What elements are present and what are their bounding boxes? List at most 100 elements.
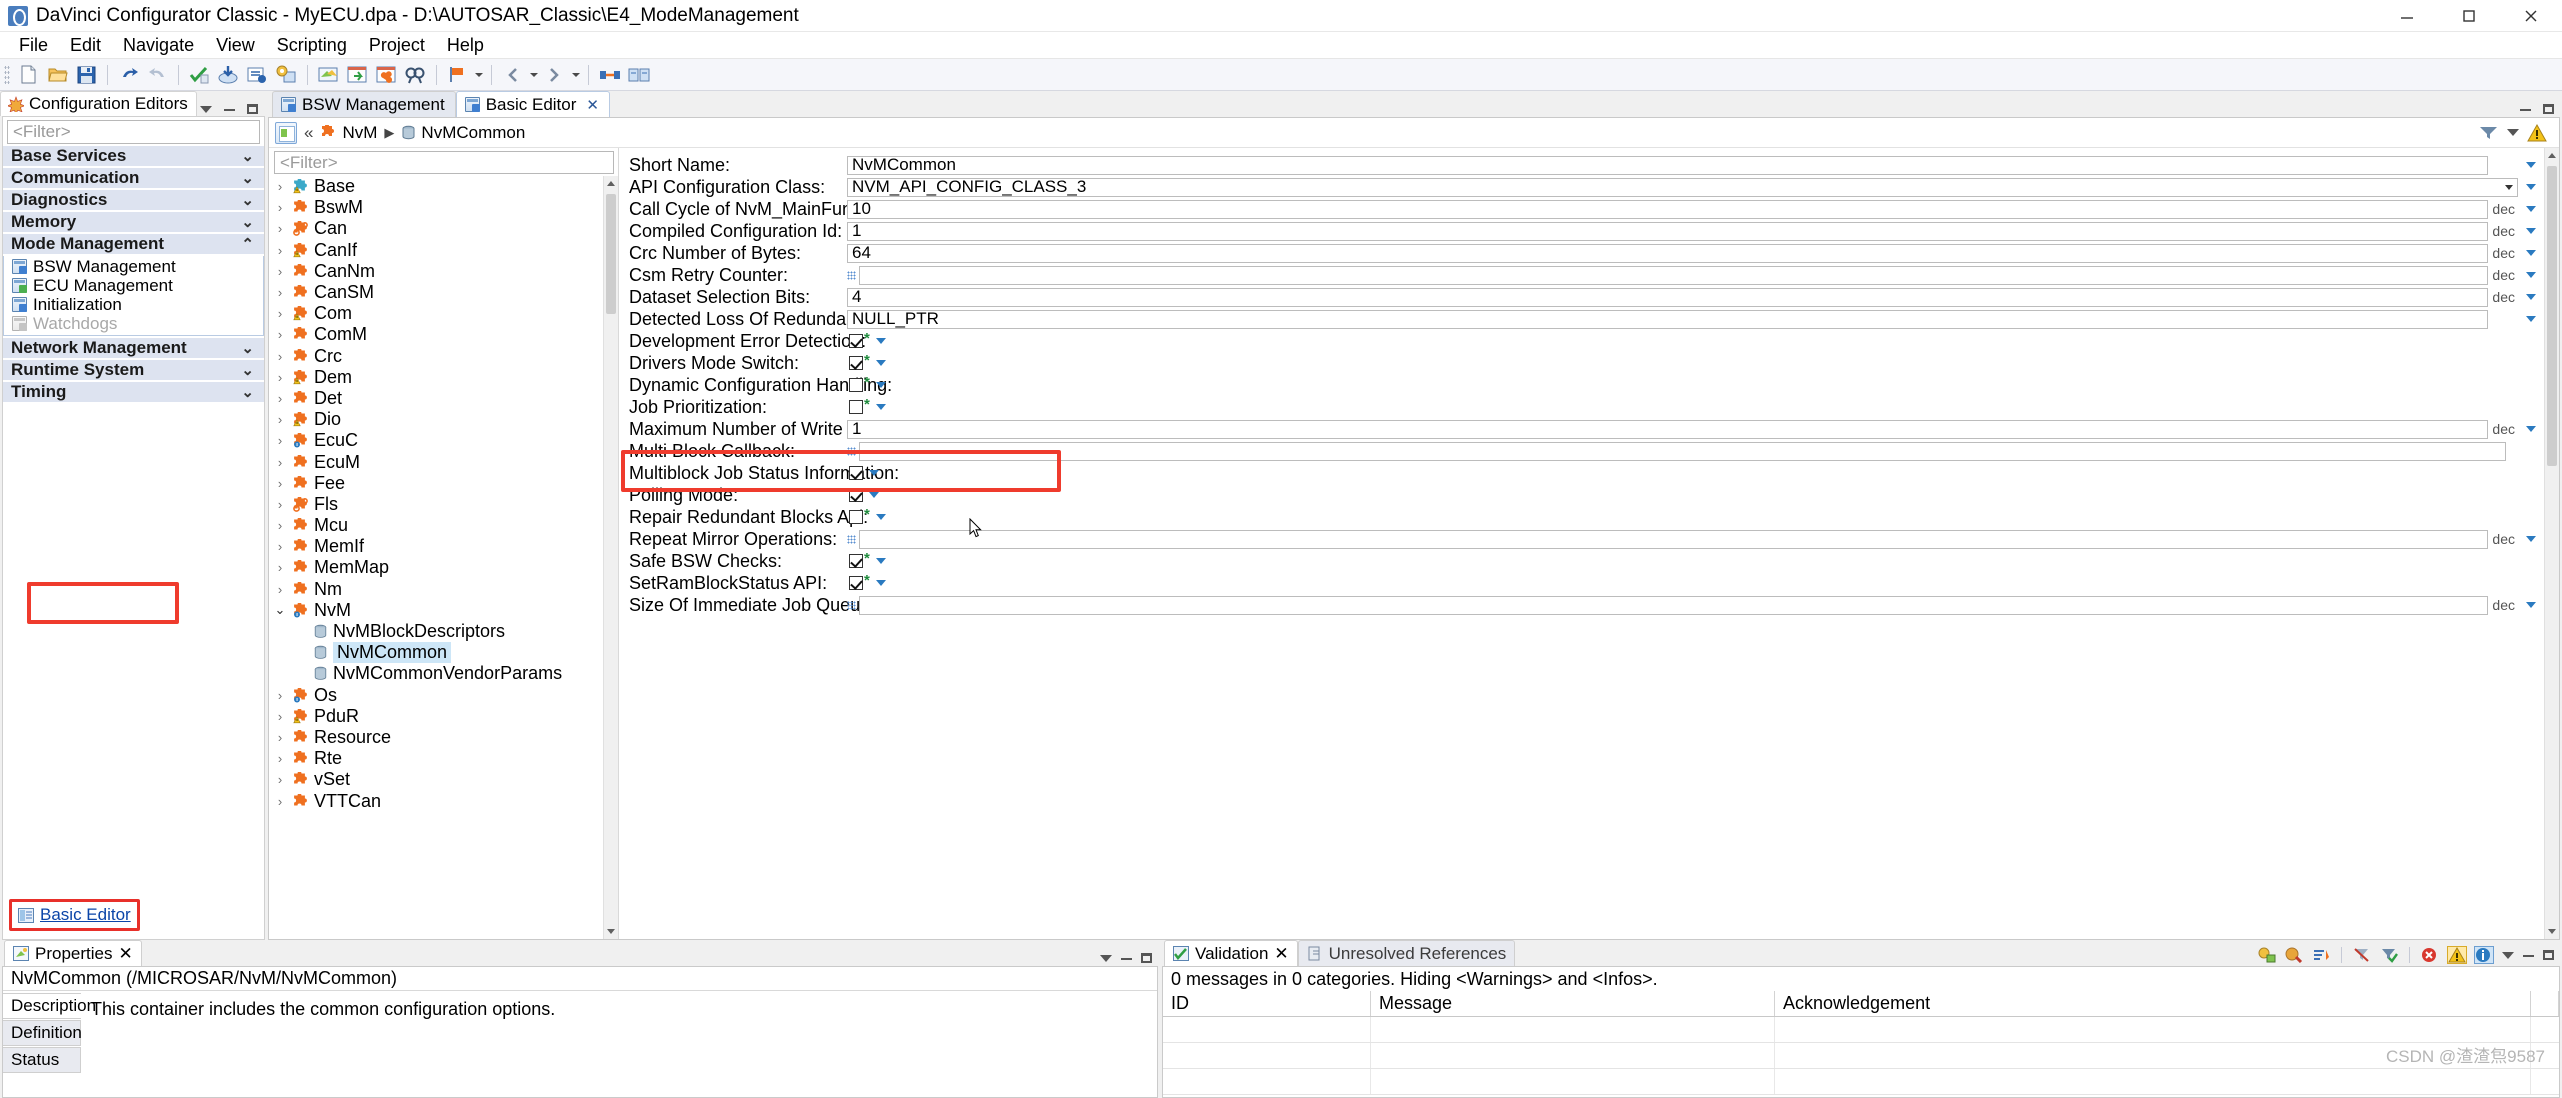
tree-node-cannm[interactable]: › CanNm (273, 261, 603, 282)
tree-node-memmap[interactable]: › MemMap (273, 557, 603, 578)
save-icon[interactable] (73, 62, 100, 87)
scroll-up-button[interactable] (604, 176, 618, 191)
maximize-view-icon[interactable] (2543, 950, 2554, 960)
tab-unresolved-references[interactable]: Unresolved References (1297, 940, 1516, 966)
minimize-view-icon[interactable] (1121, 957, 1132, 960)
close-tab-icon[interactable]: ✕ (118, 944, 132, 964)
breadcrumb-item-nvmcommon[interactable]: NvMCommon (401, 123, 525, 143)
chevron-right-icon[interactable]: › (273, 688, 287, 703)
tree-node-dio[interactable]: › Dio (273, 409, 603, 430)
table-row[interactable] (1163, 1069, 2559, 1095)
error-filter-icon[interactable] (2421, 947, 2439, 963)
chevron-right-icon[interactable]: › (273, 221, 287, 236)
chevron-right-icon[interactable]: › (273, 285, 287, 300)
chevron-right-icon[interactable]: › (273, 327, 287, 342)
tree-node-comm[interactable]: › ComM (273, 324, 603, 345)
checkbox-job-prioritization[interactable] (849, 400, 863, 414)
value-dropdown-arrow[interactable] (875, 514, 886, 520)
input-multi-block-callback[interactable] (859, 441, 2506, 461)
tree-node-ecum[interactable]: › EcuM (273, 451, 603, 472)
table-row[interactable] (1163, 1017, 2559, 1043)
value-dropdown-arrow[interactable] (2526, 294, 2536, 300)
scrollbar-thumb[interactable] (606, 194, 616, 314)
tab-configuration-editors[interactable]: Configuration Editors (0, 91, 197, 116)
tree-node-ecuc[interactable]: › EcuC (273, 430, 603, 451)
scroll-down-button[interactable] (2545, 924, 2559, 939)
combo-api-configuration-class[interactable]: NVM_API_CONFIG_CLASS_3 (847, 177, 2518, 197)
prop-tab-definition[interactable]: Definition (3, 1020, 82, 1046)
value-dropdown-arrow[interactable] (869, 492, 879, 498)
value-dropdown-arrow[interactable] (875, 558, 886, 564)
solve-icon[interactable] (2258, 947, 2276, 963)
scrollbar-thumb[interactable] (2547, 166, 2557, 466)
input-repeat-mirror-operations[interactable] (859, 529, 2488, 549)
prop-tab-description[interactable]: Description (3, 993, 96, 1019)
sidebar-item-watchdogs[interactable]: Watchdogs (4, 314, 263, 333)
value-dropdown-arrow[interactable] (875, 404, 886, 410)
chevron-right-icon[interactable]: › (273, 497, 287, 512)
tree-node-can[interactable]: › Can (273, 218, 603, 239)
category-memory[interactable]: Memory ⌄ (3, 212, 264, 233)
settings-window-icon[interactable] (273, 62, 300, 87)
chevron-right-icon[interactable]: › (273, 455, 287, 470)
maximize-view-icon[interactable] (1141, 953, 1152, 963)
chevron-right-icon[interactable]: › (273, 200, 287, 215)
reference-grip-icon[interactable] (847, 600, 856, 610)
tree-node-resource[interactable]: › Resource (273, 727, 603, 748)
tab-validation[interactable]: Validation ✕ (1164, 940, 1298, 966)
value-dropdown-arrow[interactable] (875, 338, 886, 344)
value-dropdown-arrow[interactable] (2526, 184, 2536, 190)
validate-icon[interactable] (186, 62, 213, 87)
checkbox-polling-mode[interactable] (849, 488, 863, 502)
tree-node-dem[interactable]: › Dem (273, 367, 603, 388)
tree-node-nvmblockdescriptors[interactable]: NvMBlockDescriptors (273, 621, 603, 642)
chevron-right-icon[interactable]: › (273, 264, 287, 279)
value-dropdown-arrow[interactable] (2526, 228, 2536, 234)
info-filter-icon[interactable] (2474, 946, 2494, 964)
warning-filter-icon[interactable] (2447, 946, 2467, 964)
menu-help[interactable]: Help (436, 33, 495, 58)
tab-bsw-management[interactable]: BSW Management (272, 91, 456, 117)
input-detected-loss-of-redundancy-callback[interactable]: NULL_PTR (847, 309, 2488, 329)
tab-basic-editor[interactable]: Basic Editor ✕ (455, 91, 610, 117)
input-dataset-selection-bits[interactable]: 4 (847, 287, 2488, 307)
checkbox-dynamic-configuration-handling[interactable] (849, 378, 863, 392)
chevron-right-icon[interactable]: › (273, 391, 287, 406)
value-dropdown-arrow[interactable] (869, 470, 879, 476)
sidebar-item-bsw-management[interactable]: BSW Management (4, 257, 263, 276)
input-call-cycle-of-nvm-mainfunction-ms[interactable]: 10 (847, 199, 2488, 219)
value-dropdown-arrow[interactable] (875, 580, 886, 586)
form-scrollbar[interactable] (2544, 148, 2559, 939)
tree-node-canif[interactable]: › CanIf (273, 240, 603, 261)
chevron-right-icon[interactable]: › (273, 476, 287, 491)
value-dropdown-arrow[interactable] (2526, 250, 2536, 256)
column-header-id[interactable]: ID (1163, 991, 1371, 1016)
value-dropdown-arrow[interactable] (2526, 316, 2536, 322)
tree-node-nvm[interactable]: ⌄ NvM (273, 600, 603, 621)
tree-node-rte[interactable]: › Rte (273, 748, 603, 769)
link-editor-icon[interactable] (596, 62, 623, 87)
input-maximum-number-of-write-retries[interactable]: 1 (847, 419, 2488, 439)
remove-icon[interactable] (2285, 947, 2303, 963)
minimize-view-icon[interactable] (2523, 954, 2534, 957)
view-menu-icon[interactable] (2502, 951, 2514, 959)
category-communication[interactable]: Communication ⌄ (3, 168, 264, 189)
flag-icon[interactable] (444, 62, 471, 87)
chevron-right-icon[interactable]: › (273, 433, 287, 448)
minimize-view-icon[interactable] (224, 108, 235, 111)
minimize-view-icon[interactable] (2520, 108, 2531, 111)
chevron-right-icon[interactable]: › (273, 412, 287, 427)
tree-node-vset[interactable]: › vSet (273, 769, 603, 790)
report-icon[interactable] (244, 62, 271, 87)
editor-icon[interactable] (315, 62, 342, 87)
input-short-name[interactable]: NvMCommon (847, 155, 2488, 175)
editor-home-icon[interactable] (275, 121, 297, 144)
tree-node-memif[interactable]: › MemIf (273, 536, 603, 557)
value-dropdown-arrow[interactable] (875, 360, 886, 366)
reference-grip-icon[interactable] (847, 534, 856, 544)
maximize-button[interactable] (2438, 0, 2500, 32)
close-tab-icon[interactable]: ✕ (586, 96, 599, 114)
maximize-view-icon[interactable] (2543, 104, 2554, 114)
tree-node-nvmcommonvendorparams[interactable]: NvMCommonVendorParams (273, 663, 603, 684)
chevron-right-icon[interactable]: › (273, 370, 287, 385)
